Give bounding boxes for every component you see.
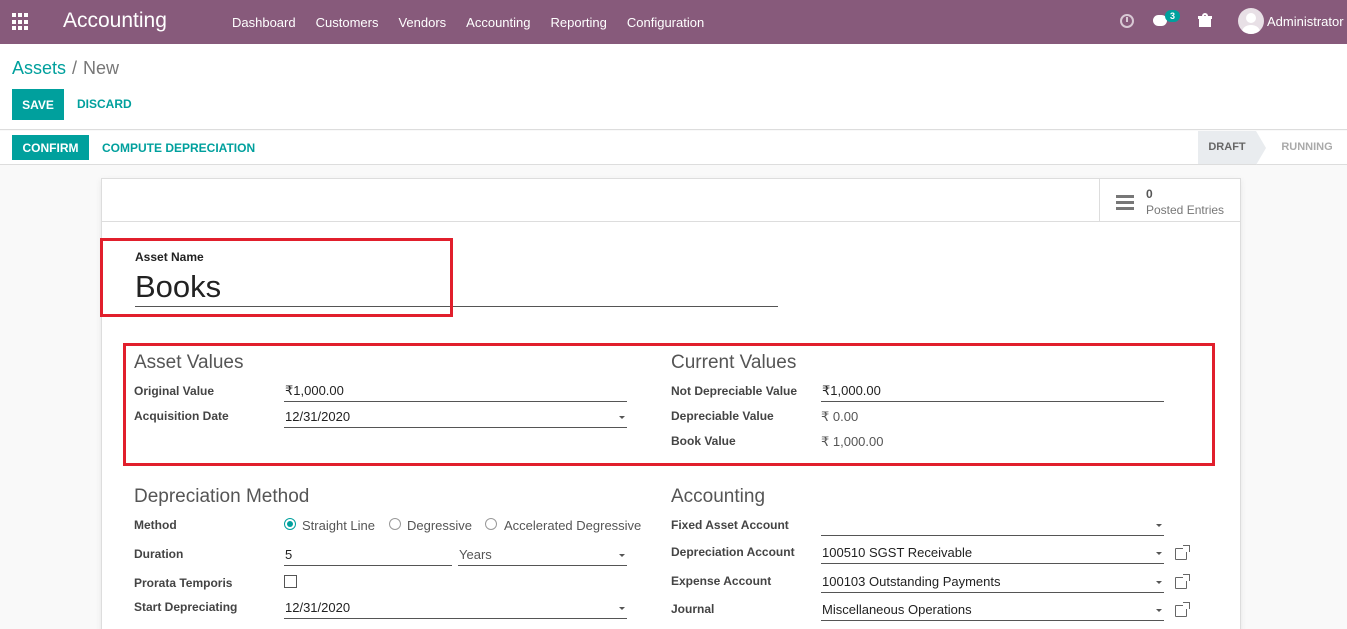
control-panel: Assets / New SAVE DISCARD <box>0 44 1347 130</box>
avatar[interactable] <box>1238 8 1264 34</box>
journal-select[interactable]: Miscellaneous Operations <box>821 602 1164 621</box>
duration-unit-select[interactable]: Years <box>458 547 627 566</box>
posted-entries-label: Posted Entries <box>1146 203 1225 217</box>
start-depreciating-value: 12/31/2020 <box>285 600 351 615</box>
external-link-icon[interactable] <box>1175 545 1190 560</box>
accounting-title: Accounting <box>671 486 766 507</box>
stage-draft[interactable]: DRAFT <box>1198 131 1256 164</box>
start-depreciating-input[interactable]: 12/31/2020 <box>284 600 627 619</box>
breadcrumb: Assets / New <box>12 58 119 79</box>
journal-label: Journal <box>671 602 715 616</box>
expense-account-select[interactable]: 100103 Outstanding Payments <box>821 574 1164 593</box>
stage-arrow <box>1256 131 1266 165</box>
chevron-down-icon <box>1156 552 1162 555</box>
depreciation-method-title: Depreciation Method <box>134 486 310 507</box>
confirm-button[interactable]: CONFIRM <box>12 135 89 160</box>
radio-degressive[interactable] <box>389 518 401 530</box>
breadcrumb-current: New <box>83 58 120 78</box>
annotation-highlight-values <box>123 343 1215 466</box>
chat-count-badge: 3 <box>1165 10 1181 22</box>
user-name[interactable]: Administrator <box>1267 14 1344 29</box>
activity-clock-icon[interactable] <box>1120 14 1134 28</box>
gift-icon[interactable] <box>1198 13 1212 27</box>
duration-unit-value: Years <box>459 547 492 562</box>
depreciation-account-value: 100510 SGST Receivable <box>822 545 973 560</box>
apps-menu-icon[interactable] <box>12 13 30 31</box>
chevron-down-icon <box>1156 581 1162 584</box>
method-label: Method <box>134 518 177 532</box>
radio-degressive-label[interactable]: Degressive <box>407 518 472 533</box>
main-menu: Dashboard Customers Vendors Accounting R… <box>222 0 714 44</box>
form-statusbar: CONFIRM COMPUTE DEPRECIATION DRAFT RUNNI… <box>0 131 1347 165</box>
menu-accounting[interactable]: Accounting <box>456 15 540 30</box>
breadcrumb-assets-link[interactable]: Assets <box>12 58 66 78</box>
expense-account-label: Expense Account <box>671 574 772 588</box>
chevron-down-icon <box>619 554 625 557</box>
depreciation-account-select[interactable]: 100510 SGST Receivable <box>821 545 1164 564</box>
menu-vendors[interactable]: Vendors <box>388 15 456 30</box>
menu-configuration[interactable]: Configuration <box>617 15 714 30</box>
posted-entries-count: 0 <box>1146 187 1153 201</box>
chevron-down-icon <box>1156 609 1162 612</box>
breadcrumb-separator: / <box>72 58 78 78</box>
stage-running[interactable]: RUNNING <box>1272 131 1342 164</box>
duration-input[interactable]: 5 <box>284 547 452 566</box>
menu-customers[interactable]: Customers <box>306 15 389 30</box>
depreciation-account-label: Depreciation Account <box>671 545 795 559</box>
posted-entries-button[interactable]: 0 Posted Entries <box>1099 179 1240 222</box>
external-link-icon[interactable] <box>1175 574 1190 589</box>
prorata-label: Prorata Temporis <box>134 576 233 590</box>
duration-label: Duration <box>134 547 184 561</box>
radio-straight-line[interactable] <box>284 518 296 530</box>
fixed-asset-account-select[interactable] <box>821 517 1164 536</box>
compute-depreciation-button[interactable]: COMPUTE DEPRECIATION <box>102 141 255 155</box>
save-button[interactable]: SAVE <box>12 89 64 120</box>
list-icon <box>1116 195 1134 210</box>
journal-value: Miscellaneous Operations <box>822 602 972 617</box>
button-box: 0 Posted Entries <box>102 179 1240 222</box>
radio-accelerated-degressive[interactable] <box>485 518 497 530</box>
top-navbar: Accounting Dashboard Customers Vendors A… <box>0 0 1347 44</box>
external-link-icon[interactable] <box>1175 602 1190 617</box>
start-depreciating-label: Start Depreciating <box>134 600 238 614</box>
chevron-down-icon <box>1156 524 1162 527</box>
fixed-asset-account-label: Fixed Asset Account <box>671 518 789 532</box>
menu-reporting[interactable]: Reporting <box>541 15 617 30</box>
expense-account-value: 100103 Outstanding Payments <box>822 574 1001 589</box>
menu-dashboard[interactable]: Dashboard <box>222 15 306 30</box>
app-brand[interactable]: Accounting <box>63 9 167 33</box>
annotation-highlight-asset-name <box>100 238 453 317</box>
radio-straight-line-label[interactable]: Straight Line <box>302 518 375 533</box>
discard-button[interactable]: DISCARD <box>77 97 132 111</box>
radio-accelerated-degressive-label[interactable]: Accelerated Degressive <box>504 518 641 533</box>
prorata-checkbox[interactable] <box>284 575 297 588</box>
chevron-down-icon <box>619 607 625 610</box>
